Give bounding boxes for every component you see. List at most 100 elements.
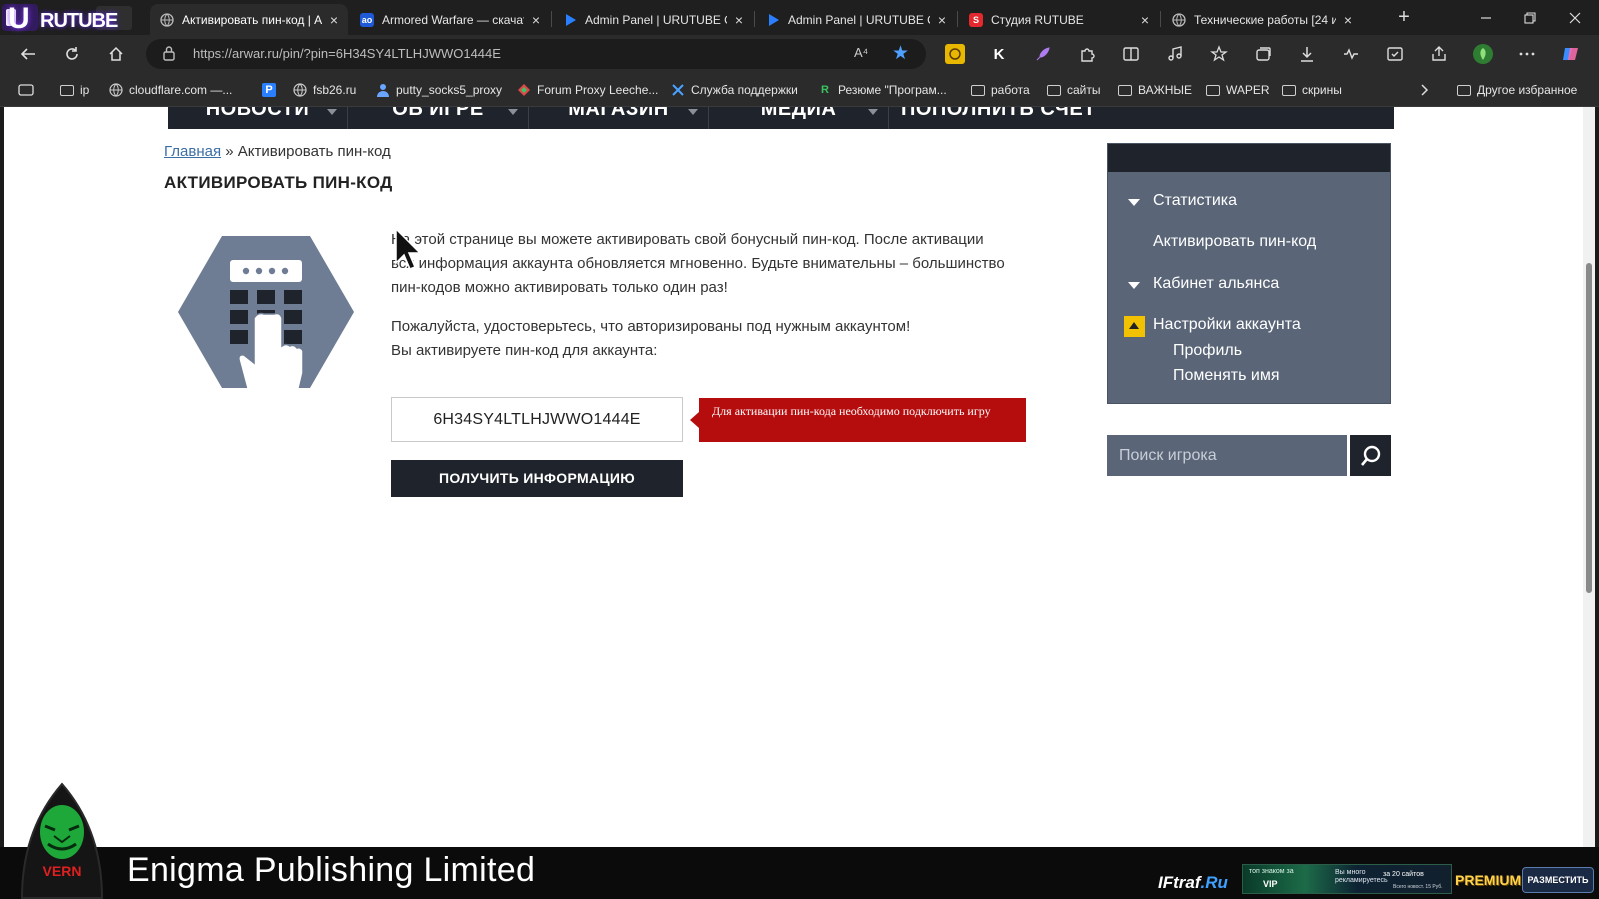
close-tab-icon[interactable]: × (938, 12, 946, 28)
copilot-icon[interactable] (1561, 44, 1581, 64)
close-tab-icon[interactable]: × (1141, 12, 1149, 28)
feather-icon[interactable] (1033, 44, 1053, 64)
nav-shop[interactable]: МАГАЗИН (529, 107, 709, 129)
media-icon[interactable] (1165, 44, 1185, 64)
reload-icon[interactable] (54, 35, 90, 73)
sidebar-item-account-settings[interactable]: Настройки аккаунта (1153, 316, 1301, 334)
bookmarks-overflow-chevron-icon[interactable] (1420, 81, 1430, 99)
triangle-down-icon (1128, 282, 1140, 289)
performance-icon[interactable] (1341, 44, 1361, 64)
close-window-icon[interactable] (1553, 0, 1597, 35)
tab-admin-panel-1[interactable]: Admin Panel | URUTUBE Or × (553, 4, 753, 35)
nav-about-game[interactable]: ОБ ИГРЕ (348, 107, 529, 129)
bookmark-saity[interactable]: сайты (1047, 81, 1101, 99)
tab-maintenance[interactable]: Технические работы [24 и × (1162, 4, 1362, 35)
nav-media[interactable]: МЕДИА (709, 107, 889, 129)
bookmark-cloudflare[interactable]: cloudflare.com —... (109, 81, 232, 99)
new-tab-button[interactable]: + (1382, 0, 1426, 35)
tab-admin-panel-2[interactable]: Admin Panel | URUTUBE Or × (756, 4, 956, 35)
bookmark-ip[interactable]: ip (60, 81, 89, 99)
site-main-nav: НОВОСТИ ОБ ИГРЕ МАГАЗИН МЕДИА ПОПОЛНИТЬ … (168, 107, 1394, 129)
bookmarks-menu-icon[interactable] (18, 81, 34, 99)
logo-text: RUTUBE (40, 10, 118, 32)
chevron-down-icon (688, 109, 698, 115)
extension-yellow-icon[interactable] (945, 44, 965, 64)
restore-icon[interactable] (1508, 0, 1552, 35)
search-icon (1360, 445, 1380, 466)
sidebar-item-statistics[interactable]: Статистика (1153, 192, 1237, 210)
play-icon (563, 13, 577, 27)
mouse-cursor-icon (395, 227, 422, 270)
extensions-puzzle-icon[interactable] (1077, 44, 1097, 64)
player-search-button[interactable] (1350, 435, 1391, 476)
r-favicon-icon: R (821, 84, 829, 96)
place-ad-button[interactable]: РАЗМЕСТИТЬ (1522, 867, 1594, 893)
tab-armored-warfare[interactable]: ao Armored Warfare — скачат × (350, 4, 550, 35)
back-icon[interactable] (10, 35, 46, 73)
account-sidebar: Статистика Активировать пин-код Кабинет … (1107, 143, 1391, 404)
home-icon[interactable] (98, 35, 134, 73)
triangle-down-icon (1128, 199, 1140, 206)
download-icon[interactable] (1297, 44, 1317, 64)
address-bar[interactable]: https://arwar.ru/pin/?pin=6H34SY4LTLHJWW… (146, 39, 926, 69)
bookmark-fsb26[interactable]: fsb26.ru (293, 81, 356, 99)
bookmark-putty[interactable]: putty_socks5_proxy (376, 81, 502, 99)
close-tab-icon[interactable]: × (532, 12, 540, 28)
chevron-down-icon (868, 109, 878, 115)
split-screen-icon[interactable] (1121, 44, 1141, 64)
get-info-button[interactable]: ПОЛУЧИТЬ ИНФОРМАЦИЮ (391, 460, 683, 497)
bookmark-waper[interactable]: WAPER (1206, 81, 1270, 99)
nav-top-up[interactable]: ПОПОЛНИТЬ СЧЕТ (889, 107, 1129, 129)
premium-badge[interactable]: PREMIUM (1455, 872, 1521, 888)
bookmark-p[interactable]: P (262, 81, 282, 99)
bookmark-vazhnye[interactable]: ВАЖНЫЕ (1118, 81, 1192, 99)
screenshot-icon[interactable] (1385, 44, 1405, 64)
collections-icon[interactable] (1253, 44, 1273, 64)
studio-favicon-icon: S (969, 12, 983, 27)
sidebar-item-change-name[interactable]: Поменять имя (1173, 367, 1280, 385)
read-aloud-icon[interactable]: A⁴ (854, 45, 868, 60)
folder-icon (1047, 83, 1061, 97)
bookmark-resume[interactable]: R Резюме "Програм... (818, 81, 947, 99)
nav-news[interactable]: НОВОСТИ (168, 107, 348, 129)
more-menu-icon[interactable] (1517, 44, 1537, 64)
close-tab-icon[interactable]: × (330, 12, 338, 28)
intro-text: На этой странице вы можете активировать … (391, 231, 1005, 296)
breadcrumb-home-link[interactable]: Главная (164, 143, 221, 160)
pin-keypad-icon (178, 236, 354, 388)
share-icon[interactable] (1429, 44, 1449, 64)
bookmark-skriny[interactable]: скрины (1282, 81, 1342, 99)
globe-icon (109, 83, 123, 97)
profile-avatar-icon[interactable] (1473, 44, 1493, 64)
close-tab-icon[interactable]: × (735, 12, 743, 28)
minimize-icon[interactable] (1464, 0, 1508, 35)
iftraf-logo[interactable]: IFtraf.Ru (1158, 873, 1228, 893)
vip-ad-banner[interactable]: топ знаком за VIP Вы много рекламируетес… (1242, 864, 1452, 894)
logo-letter-u: U (8, 2, 30, 35)
player-search-input[interactable]: Поиск игрока (1107, 435, 1347, 476)
folder-icon (60, 83, 74, 97)
x-favicon-icon (671, 83, 685, 97)
p-favicon-icon: P (262, 83, 276, 97)
bookmark-support[interactable]: Служба поддержки (671, 81, 798, 99)
close-tab-icon[interactable]: × (1344, 12, 1352, 28)
bookmark-rabota[interactable]: работа (971, 81, 1030, 99)
other-favorites[interactable]: Другое избранное (1457, 81, 1577, 99)
collapse-up-icon[interactable] (1124, 316, 1145, 337)
tab-rutube-studio[interactable]: S Студия RUTUBE × (959, 4, 1159, 35)
scrollbar-thumb[interactable] (1586, 263, 1592, 593)
sidebar-item-activate-pin[interactable]: Активировать пин-код (1153, 233, 1316, 251)
page-scrollbar[interactable] (1583, 107, 1595, 847)
extension-k-icon[interactable]: K (989, 44, 1009, 64)
favorite-star-icon[interactable]: ★ (892, 42, 909, 65)
folder-icon (1282, 83, 1296, 97)
bookmark-forum-proxy[interactable]: Forum Proxy Leeche... (517, 81, 658, 99)
lock-icon (163, 46, 175, 61)
sidebar-item-profile[interactable]: Профиль (1173, 342, 1242, 360)
globe-icon (1172, 12, 1186, 27)
pin-code-input[interactable]: 6H34SY4LTLHJWWO1444E (391, 397, 683, 442)
url-text[interactable]: https://arwar.ru/pin/?pin=6H34SY4LTLHJWW… (193, 46, 501, 61)
favorites-icon[interactable] (1209, 44, 1229, 64)
tab-activate-pin[interactable]: Активировать пин-код | A × (150, 4, 348, 35)
sidebar-item-alliance[interactable]: Кабинет альянса (1153, 275, 1279, 293)
